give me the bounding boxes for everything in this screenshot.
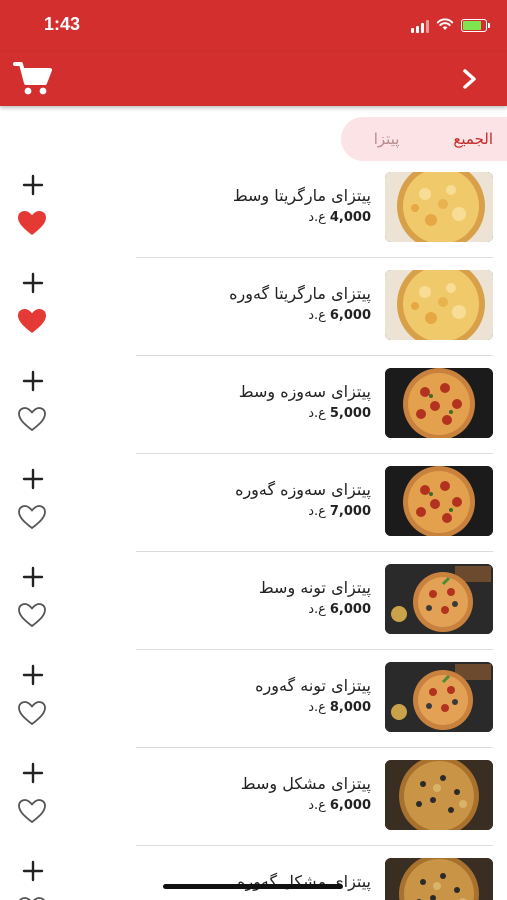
product-image[interactable] [385, 858, 493, 900]
product-row[interactable]: پیتزای مارگریتا گەورە 6,000 ع.د [0, 258, 507, 356]
product-row[interactable]: پیتزای سەوزە وسط 5,000 ع.د [0, 356, 507, 454]
product-row[interactable]: پیتزای مشکل وسط 6,000 ع.د [0, 748, 507, 846]
product-row[interactable]: پیتزای مارگریتا وسط 4,000 ع.د [0, 160, 507, 258]
plus-icon [22, 468, 44, 494]
app-header [0, 52, 507, 106]
currency-label: ع.د [308, 504, 326, 519]
plus-icon [22, 860, 44, 886]
wifi-icon [436, 16, 454, 35]
product-list: پیتزای مارگریتا وسط 4,000 ع.د پیتزای مارگری… [0, 160, 507, 900]
status-icons [411, 16, 490, 35]
product-image[interactable] [385, 760, 493, 830]
price-amount: 6,000 [329, 798, 371, 813]
price-amount: 4,000 [329, 210, 371, 225]
status-time: 1:43 [44, 14, 81, 34]
plus-icon [22, 664, 44, 690]
forward-button[interactable] [455, 64, 485, 94]
product-row[interactable]: پیتزای سەوزە گەورە 7,000 ع.د [0, 454, 507, 552]
favorite-button[interactable] [16, 406, 48, 436]
price-amount: 8,000 [329, 700, 371, 715]
currency-label: ع.د [308, 798, 326, 813]
heart-outline-icon [17, 798, 47, 828]
product-name: پیتزای مشکل وسط [240, 774, 371, 793]
favorite-button[interactable] [16, 700, 48, 730]
product-row[interactable]: پیتزای تونە وسط 6,000 ع.د [0, 552, 507, 650]
category-tabs: الجميع پیتزا [341, 117, 507, 161]
plus-icon [22, 566, 44, 592]
product-price: 6,000 ع.د [308, 798, 371, 813]
plus-icon [22, 762, 44, 788]
cart-icon [13, 62, 52, 95]
add-to-cart-button[interactable] [18, 860, 48, 886]
favorite-button[interactable] [16, 308, 48, 338]
product-price: 7,000 ع.د [308, 504, 371, 519]
product-name: پیتزای تونە گەورە [255, 676, 371, 695]
chevron-right-icon [463, 69, 476, 89]
product-name: پیتزای سەوزە گەورە [235, 480, 371, 499]
plus-icon [22, 272, 44, 298]
plus-icon [22, 174, 44, 200]
favorite-button[interactable] [16, 602, 48, 632]
product-image[interactable] [385, 368, 493, 438]
heart-filled-icon [17, 210, 47, 240]
add-to-cart-button[interactable] [18, 664, 48, 690]
product-name: پیتزای مارگریتا گەورە [229, 284, 371, 303]
product-image[interactable] [385, 172, 493, 242]
tab-all[interactable]: الجميع [453, 130, 493, 148]
product-image[interactable] [385, 466, 493, 536]
currency-label: ع.د [308, 210, 326, 225]
favorite-button[interactable] [16, 504, 48, 534]
price-amount: 5,000 [329, 406, 371, 421]
currency-label: ع.د [308, 308, 326, 323]
favorite-button[interactable] [16, 896, 48, 900]
product-price: 8,000 ع.د [308, 700, 371, 715]
product-row[interactable]: پیتزای مشکل گەورە [0, 846, 507, 900]
product-image[interactable] [385, 564, 493, 634]
favorite-button[interactable] [16, 798, 48, 828]
signal-icon [411, 19, 429, 33]
add-to-cart-button[interactable] [18, 762, 48, 788]
tab-pizza[interactable]: پیتزا [374, 130, 400, 148]
product-name: پیتزای سەوزە وسط [238, 382, 371, 401]
price-amount: 6,000 [329, 602, 371, 617]
product-price: 6,000 ع.د [308, 308, 371, 323]
heart-outline-icon [17, 406, 47, 436]
heart-outline-icon [17, 602, 47, 632]
add-to-cart-button[interactable] [18, 174, 48, 200]
heart-outline-icon [17, 896, 47, 900]
plus-icon [22, 370, 44, 396]
price-amount: 7,000 [329, 504, 371, 519]
currency-label: ع.د [308, 406, 326, 421]
currency-label: ع.د [308, 602, 326, 617]
battery-icon [461, 19, 490, 32]
app-screen: 1:43 الجميع پیتزا پیتزای مارگریتا وسط 4,… [0, 0, 507, 900]
product-name: پیتزای تونە وسط [258, 578, 371, 597]
add-to-cart-button[interactable] [18, 370, 48, 396]
status-bar: 1:43 [0, 0, 507, 52]
home-indicator[interactable] [163, 884, 343, 889]
add-to-cart-button[interactable] [18, 272, 48, 298]
product-price: 5,000 ع.د [308, 406, 371, 421]
add-to-cart-button[interactable] [18, 566, 48, 592]
cart-button[interactable] [12, 60, 54, 98]
product-name: پیتزای مارگریتا وسط [232, 186, 371, 205]
product-image[interactable] [385, 270, 493, 340]
product-price: 4,000 ع.د [308, 210, 371, 225]
product-row[interactable]: پیتزای تونە گەورە 8,000 ع.د [0, 650, 507, 748]
favorite-button[interactable] [16, 210, 48, 240]
price-amount: 6,000 [329, 308, 371, 323]
currency-label: ع.د [308, 700, 326, 715]
heart-outline-icon [17, 504, 47, 534]
product-image[interactable] [385, 662, 493, 732]
product-price: 6,000 ع.د [308, 602, 371, 617]
heart-filled-icon [17, 308, 47, 338]
heart-outline-icon [17, 700, 47, 730]
add-to-cart-button[interactable] [18, 468, 48, 494]
